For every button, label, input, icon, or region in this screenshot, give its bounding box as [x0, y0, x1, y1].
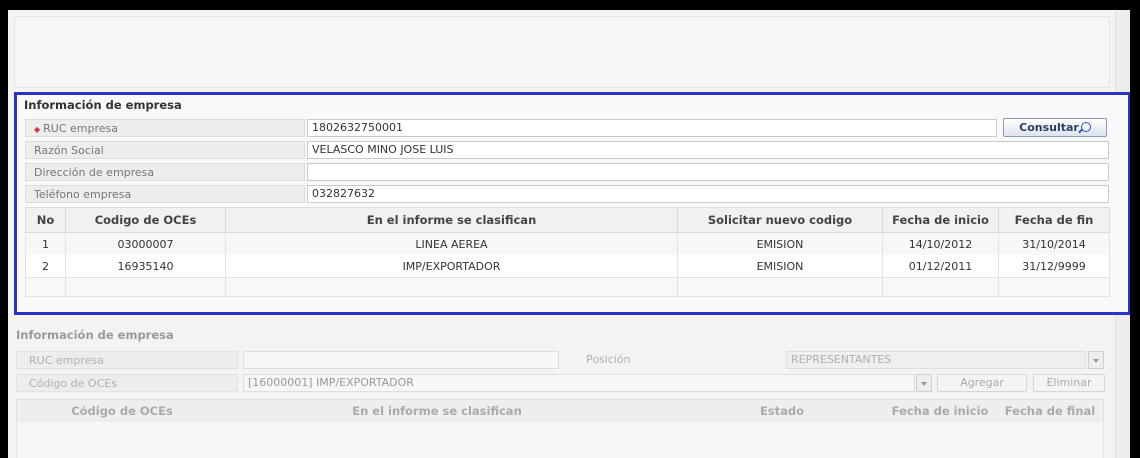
col-header-solicitar[interactable]: Solicitar nuevo codigo: [677, 207, 883, 233]
oce-select[interactable]: [16000001] IMP/EXPORTADOR: [243, 374, 915, 392]
secondary-col-estado[interactable]: Estado: [682, 404, 882, 418]
ruc-row: ◆ RUC empresa 1802632750001 Consultar: [25, 118, 1109, 137]
add-button[interactable]: Agregar: [937, 374, 1027, 392]
razon-social-label: Razón Social: [25, 141, 305, 159]
secondary-ruc-input[interactable]: [243, 351, 559, 369]
top-faded-panel: [14, 16, 1110, 88]
razon-social-row: Razón Social VELASCO MINO JOSE LUIS: [25, 141, 1109, 159]
secondary-table-body: [16, 422, 1104, 458]
cell-clasifican: IMP/EXPORTADOR: [225, 255, 678, 278]
position-label: Posición: [586, 353, 631, 366]
secondary-company-section: Información de empresa RUC empresa Posic…: [8, 316, 1116, 458]
table-row-empty: [25, 277, 1110, 297]
secondary-col-fecha-final[interactable]: Fecha de final: [998, 404, 1102, 418]
cell-solicitar: EMISION: [677, 255, 883, 278]
ruc-input[interactable]: 1802632750001: [307, 119, 997, 137]
cell-codigo: 03000007: [65, 232, 226, 255]
panel-title: Información de empresa: [24, 98, 182, 112]
direccion-row: Dirección de empresa: [25, 163, 1109, 181]
required-marker-icon: ◆: [34, 125, 41, 134]
table-row[interactable]: 1 03000007 LINEA AEREA EMISION 14/10/201…: [25, 232, 1110, 255]
chevron-down-icon[interactable]: [916, 374, 932, 392]
oce-table: No Codigo de OCEs En el informe se clasi…: [25, 207, 1110, 297]
ruc-label-text: RUC empresa: [43, 122, 119, 135]
secondary-title: Información de empresa: [16, 328, 174, 342]
oce-table-header: No Codigo de OCEs En el informe se clasi…: [25, 207, 1110, 233]
secondary-ruc-label: RUC empresa: [16, 351, 238, 369]
cell-fecha-inicio: 14/10/2012: [882, 232, 999, 255]
cell-fecha-fin: 31/10/2014: [998, 232, 1110, 255]
remove-button[interactable]: Eliminar: [1033, 374, 1105, 392]
consult-button-label: Consultar: [1019, 121, 1079, 134]
secondary-oce-row: Código de OCEs [16000001] IMP/EXPORTADOR…: [16, 374, 1106, 392]
app-screen: Información de empresa ◆ RUC empresa 1802…: [8, 10, 1130, 458]
consult-button[interactable]: Consultar: [1003, 118, 1107, 137]
cell-fecha-fin: 31/12/9999: [998, 255, 1110, 278]
cell-clasifican: LINEA AEREA: [225, 232, 678, 255]
top-faded-area: [8, 10, 1130, 92]
telefono-row: Teléfono empresa 032827632: [25, 185, 1109, 203]
telefono-input[interactable]: 032827632: [307, 185, 1109, 203]
secondary-oce-label: Código de OCEs: [16, 374, 238, 392]
position-select[interactable]: REPRESENTANTES: [786, 351, 1086, 369]
cell-codigo: 16935140: [65, 255, 226, 278]
cell-fecha-inicio: 01/12/2011: [882, 255, 999, 278]
col-header-clasifican[interactable]: En el informe se clasifican: [225, 207, 678, 233]
ruc-label: ◆ RUC empresa: [25, 119, 305, 137]
razon-social-input[interactable]: VELASCO MINO JOSE LUIS: [307, 141, 1109, 159]
secondary-col-clasifican[interactable]: En el informe se clasifican: [197, 404, 677, 418]
search-icon: [1080, 122, 1091, 132]
chevron-down-icon[interactable]: [1088, 351, 1104, 369]
oce-select-value: [16000001] IMP/EXPORTADOR: [248, 376, 414, 389]
secondary-col-fecha-inicio[interactable]: Fecha de inicio: [882, 404, 998, 418]
cell-solicitar: EMISION: [677, 232, 883, 255]
cell-no: 1: [25, 232, 66, 255]
telefono-label: Teléfono empresa: [25, 185, 305, 203]
company-info-panel: Información de empresa ◆ RUC empresa 1802…: [14, 92, 1130, 315]
position-select-value: REPRESENTANTES: [791, 353, 892, 366]
cell-no: 2: [25, 255, 66, 278]
col-header-fecha-fin[interactable]: Fecha de fin: [998, 207, 1110, 233]
col-header-codigo[interactable]: Codigo de OCEs: [65, 207, 226, 233]
secondary-col-codigo[interactable]: Código de OCEs: [47, 404, 197, 418]
col-header-fecha-inicio[interactable]: Fecha de inicio: [882, 207, 999, 233]
secondary-table-header: Código de OCEs En el informe se clasific…: [16, 399, 1104, 423]
secondary-ruc-row: RUC empresa Posición REPRESENTANTES: [16, 351, 1106, 369]
col-header-no[interactable]: No: [25, 207, 66, 233]
table-row[interactable]: 2 16935140 IMP/EXPORTADOR EMISION 01/12/…: [25, 255, 1110, 278]
direccion-label: Dirección de empresa: [25, 163, 305, 181]
direccion-input[interactable]: [307, 163, 1109, 181]
